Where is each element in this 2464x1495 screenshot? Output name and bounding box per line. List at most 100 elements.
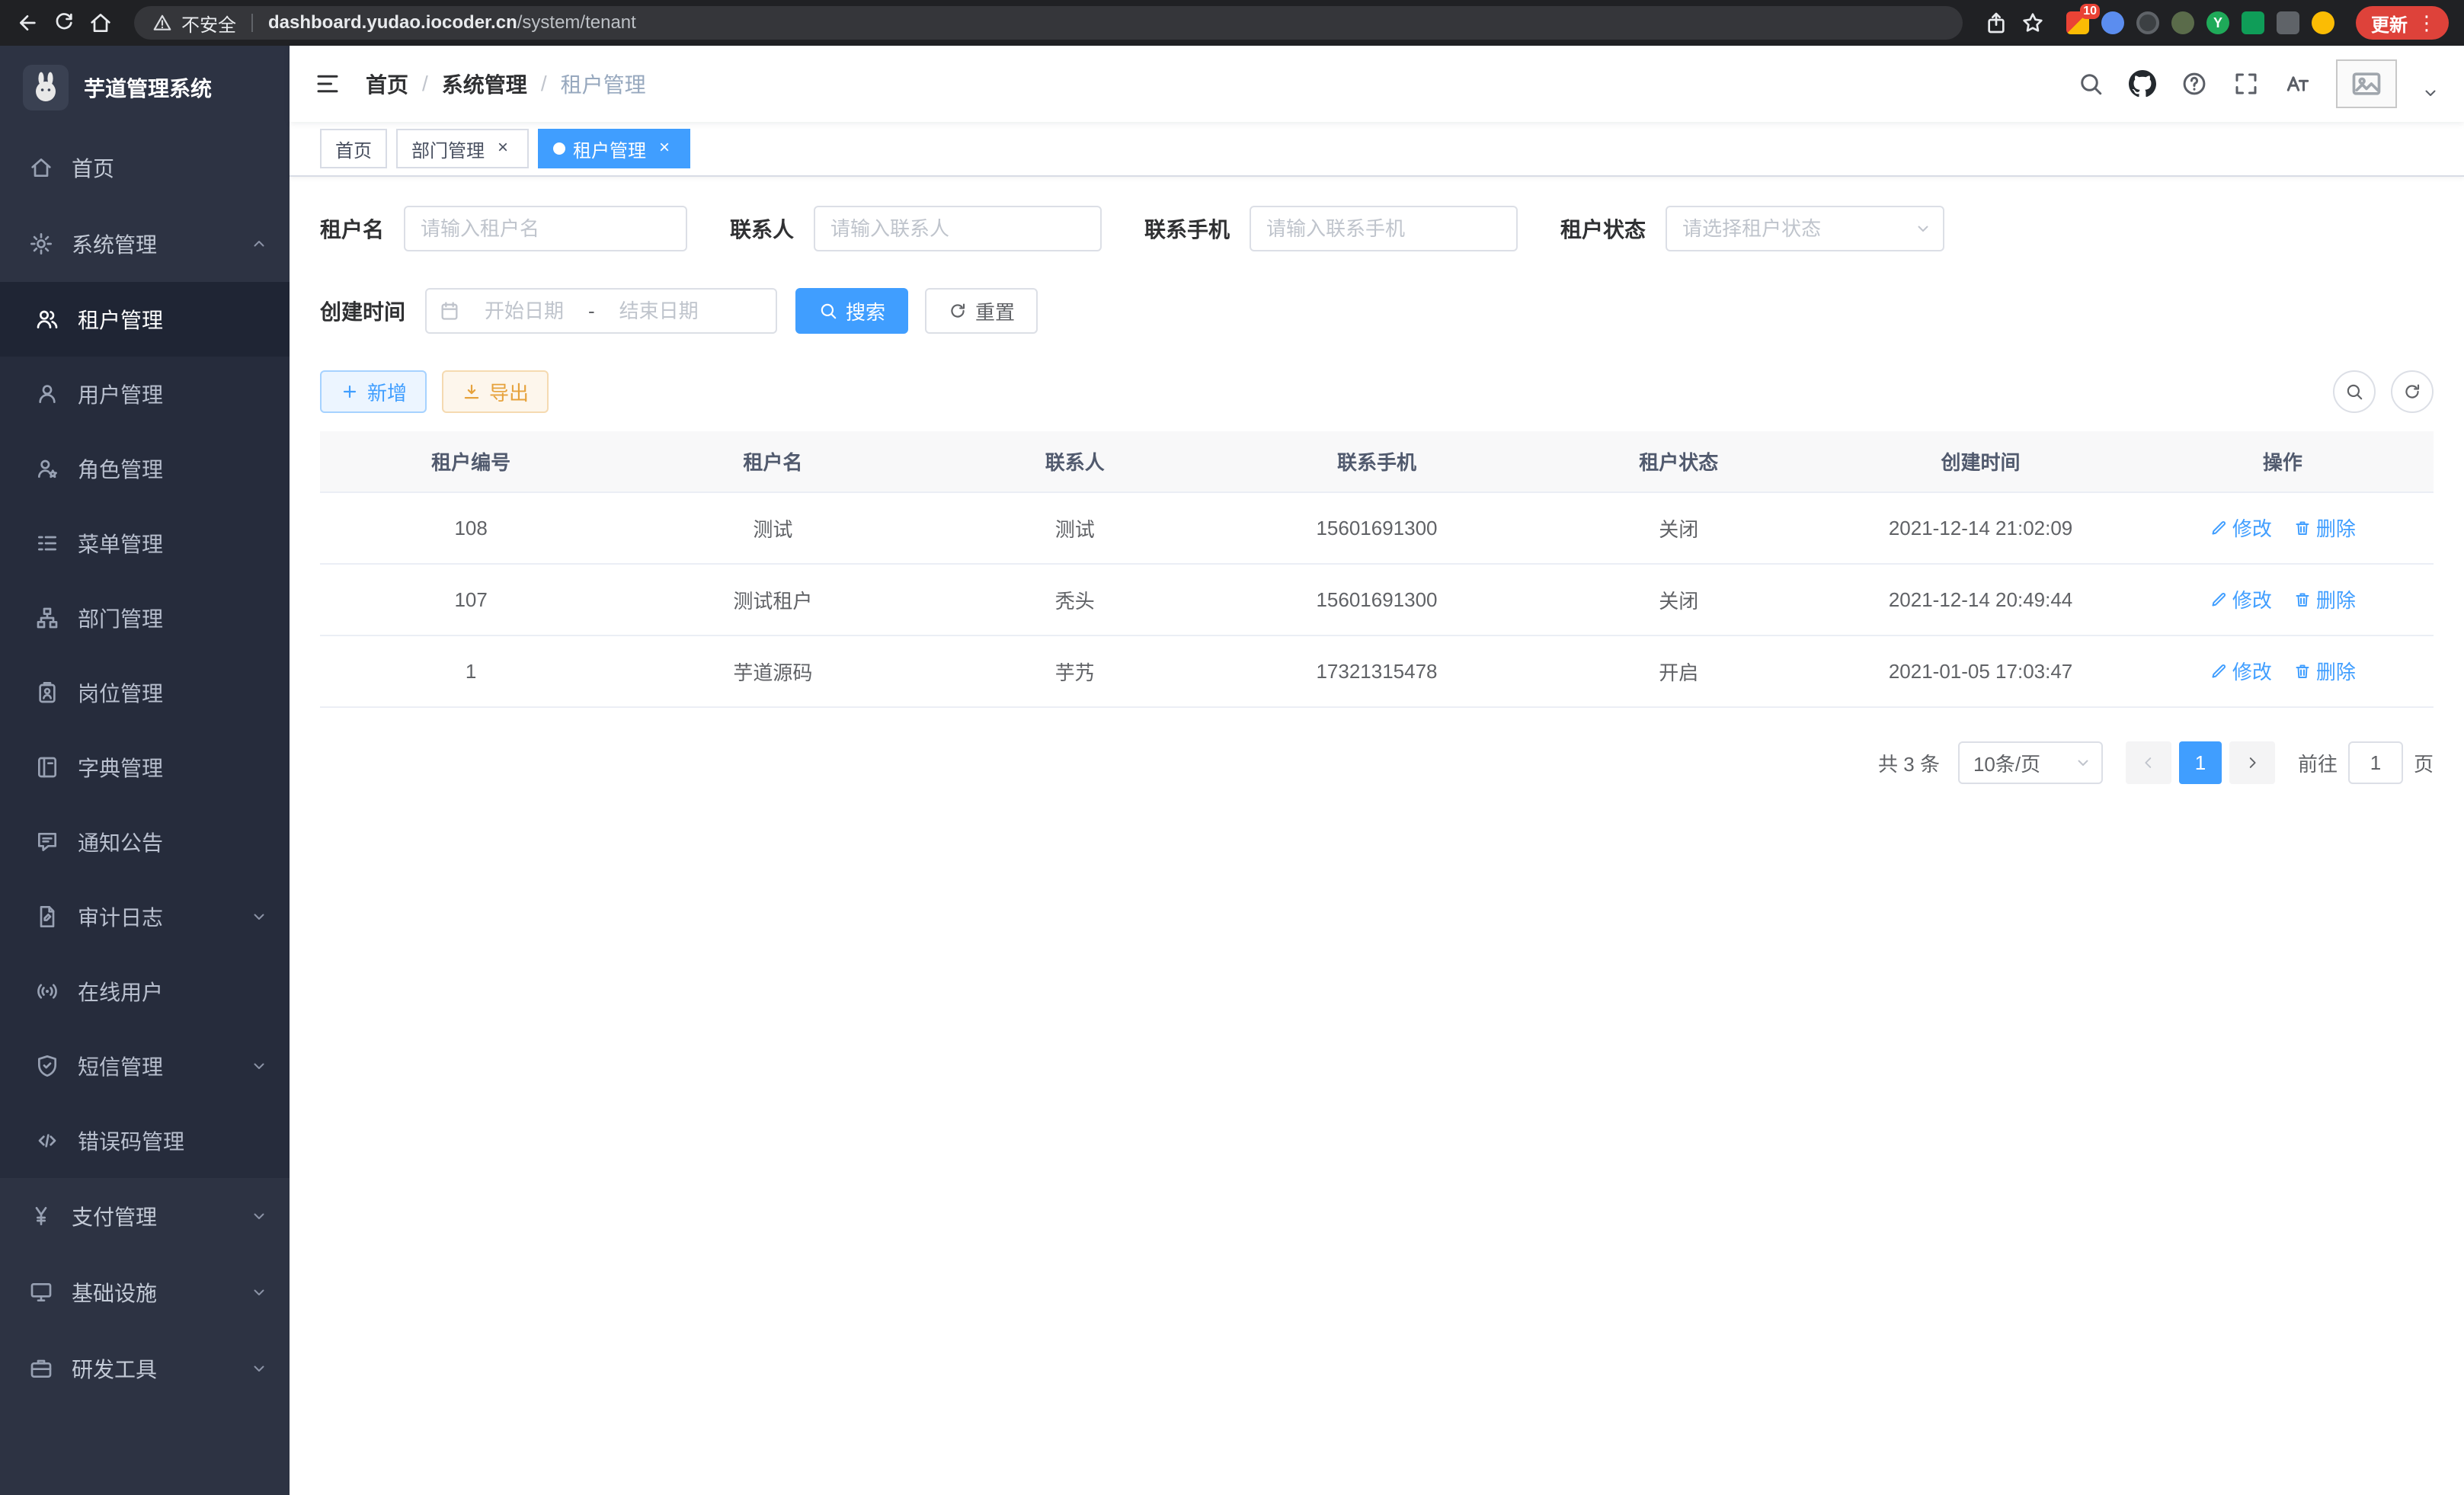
create-time-range-picker[interactable]: - <box>425 288 777 334</box>
sidebar-item-dict[interactable]: 字典管理 <box>0 730 290 805</box>
contact-input[interactable] <box>814 206 1102 251</box>
security-label[interactable]: 不安全 <box>181 10 236 37</box>
calendar-icon <box>439 300 460 322</box>
date-separator: - <box>588 299 595 323</box>
edit-button[interactable]: 修改 <box>2210 657 2272 685</box>
refresh-icon <box>948 301 968 321</box>
extension-icon[interactable]: 10 <box>2066 11 2089 34</box>
sidebar-item-label: 角色管理 <box>78 453 268 484</box>
app-logo[interactable]: 芋道管理系统 <box>0 46 290 130</box>
sidebar-item-menu[interactable]: 菜单管理 <box>0 506 290 581</box>
sidebar-item-label: 首页 <box>72 152 268 183</box>
sidebar-item-dept[interactable]: 部门管理 <box>0 581 290 655</box>
goto-page-input[interactable] <box>2348 741 2403 784</box>
pencil-icon <box>2210 591 2228 609</box>
delete-button[interactable]: 删除 <box>2293 657 2356 685</box>
sidebar-item-post[interactable]: 岗位管理 <box>0 655 290 730</box>
tab-close-icon[interactable]: × <box>654 138 675 159</box>
address-bar[interactable]: 不安全 dashboard.yudao.iocoder.cn/system/te… <box>134 6 1963 40</box>
dept-icon <box>35 606 59 630</box>
contact-label: 联系人 <box>730 213 794 244</box>
font-size-icon[interactable] <box>2284 70 2312 98</box>
tenant-name-input[interactable] <box>404 206 687 251</box>
sidebar-item-audit[interactable]: 审计日志 <box>0 879 290 954</box>
bookmark-star-icon[interactable] <box>2021 11 2045 35</box>
sidebar-item-label: 基础设施 <box>72 1277 250 1308</box>
next-page-button[interactable] <box>2229 741 2275 784</box>
search-button-label: 搜索 <box>846 297 885 325</box>
extension-icon[interactable] <box>2242 11 2264 34</box>
tab-tenant[interactable]: 租户管理× <box>538 129 690 168</box>
toggle-search-button[interactable] <box>2333 370 2376 413</box>
tab-home[interactable]: 首页 <box>320 129 387 168</box>
sidebar-item-devtools[interactable]: 研发工具 <box>0 1330 290 1407</box>
user-icon <box>35 382 59 406</box>
sidebar-item-errcode[interactable]: 错误码管理 <box>0 1103 290 1178</box>
sidebar-item-role[interactable]: 角色管理 <box>0 431 290 506</box>
table-cell: 芋艿 <box>924 635 1226 707</box>
delete-button[interactable]: 删除 <box>2293 514 2356 542</box>
extension-icon[interactable] <box>2101 11 2124 34</box>
export-button[interactable]: 导出 <box>442 370 549 413</box>
tenant-status-select[interactable] <box>1666 206 1944 251</box>
divider <box>251 14 253 32</box>
browser-menu-icon[interactable]: ⋮ <box>2411 11 2443 35</box>
system-icon <box>29 232 53 256</box>
url-text: dashboard.yudao.iocoder.cn/system/tenant <box>268 12 636 34</box>
extension-icon[interactable] <box>2136 11 2159 34</box>
github-icon[interactable] <box>2129 70 2156 98</box>
page-size-select[interactable]: 10条/页 <box>1958 741 2103 784</box>
tenant-icon <box>35 307 59 331</box>
sidebar-toggle-icon[interactable] <box>314 70 341 98</box>
start-date-input[interactable] <box>466 299 582 323</box>
sidebar-item-home[interactable]: 首页 <box>0 130 290 206</box>
sidebar-item-tenant[interactable]: 租户管理 <box>0 282 290 357</box>
trash-icon <box>2293 519 2312 537</box>
breadcrumb-item[interactable]: 系统管理 <box>442 69 527 99</box>
update-label: 更新 <box>2371 10 2408 37</box>
end-date-input[interactable] <box>601 299 717 323</box>
breadcrumb-item[interactable]: 首页 <box>366 69 408 99</box>
search-button[interactable]: 搜索 <box>795 288 908 334</box>
tab-dept[interactable]: 部门管理× <box>396 129 529 168</box>
search-icon[interactable] <box>2077 70 2104 98</box>
browser-home-icon[interactable] <box>88 11 113 35</box>
table-cell: 15601691300 <box>1226 492 1528 564</box>
fullscreen-icon[interactable] <box>2232 70 2260 98</box>
sidebar-item-pay[interactable]: 支付管理 <box>0 1178 290 1254</box>
back-icon[interactable] <box>15 11 40 35</box>
refresh-table-button[interactable] <box>2391 370 2434 413</box>
edit-button[interactable]: 修改 <box>2210 514 2272 542</box>
chevron-down-icon <box>250 1359 268 1378</box>
sidebar-item-sms[interactable]: 短信管理 <box>0 1029 290 1103</box>
tenant-status-select-input[interactable] <box>1666 206 1944 251</box>
browser-update-button[interactable]: 更新 ⋮ <box>2356 6 2449 40</box>
table-toolbar: 新增 导出 <box>320 370 2434 413</box>
reset-button[interactable]: 重置 <box>925 288 1038 334</box>
page-1-button[interactable]: 1 <box>2179 741 2222 784</box>
sidebar-item-notice[interactable]: 通知公告 <box>0 805 290 879</box>
puzzle-extension-icon[interactable] <box>2277 11 2299 34</box>
contact-phone-input[interactable] <box>1250 206 1518 251</box>
avatar[interactable] <box>2336 59 2397 108</box>
add-button[interactable]: 新增 <box>320 370 427 413</box>
help-icon[interactable] <box>2181 70 2208 98</box>
column-header: 联系手机 <box>1226 431 1528 492</box>
reload-icon[interactable] <box>52 11 76 35</box>
share-icon[interactable] <box>1984 11 2008 35</box>
delete-button[interactable]: 删除 <box>2293 585 2356 613</box>
prev-page-button[interactable] <box>2126 741 2171 784</box>
extension-icon[interactable]: Y <box>2206 11 2229 34</box>
table-cell: 17321315478 <box>1226 635 1528 707</box>
contact-phone-label: 联系手机 <box>1144 213 1230 244</box>
tab-close-icon[interactable]: × <box>492 138 514 159</box>
sidebar-item-infra[interactable]: 基础设施 <box>0 1254 290 1330</box>
sidebar-item-user[interactable]: 用户管理 <box>0 357 290 431</box>
sidebar-item-system[interactable]: 系统管理 <box>0 206 290 282</box>
extension-icon[interactable] <box>2171 11 2194 34</box>
avatar-chevron-down-icon[interactable] <box>2421 84 2440 102</box>
sidebar-item-online[interactable]: 在线用户 <box>0 954 290 1029</box>
refresh-icon <box>2402 382 2422 402</box>
extension-icon[interactable] <box>2312 11 2334 34</box>
edit-button[interactable]: 修改 <box>2210 585 2272 613</box>
